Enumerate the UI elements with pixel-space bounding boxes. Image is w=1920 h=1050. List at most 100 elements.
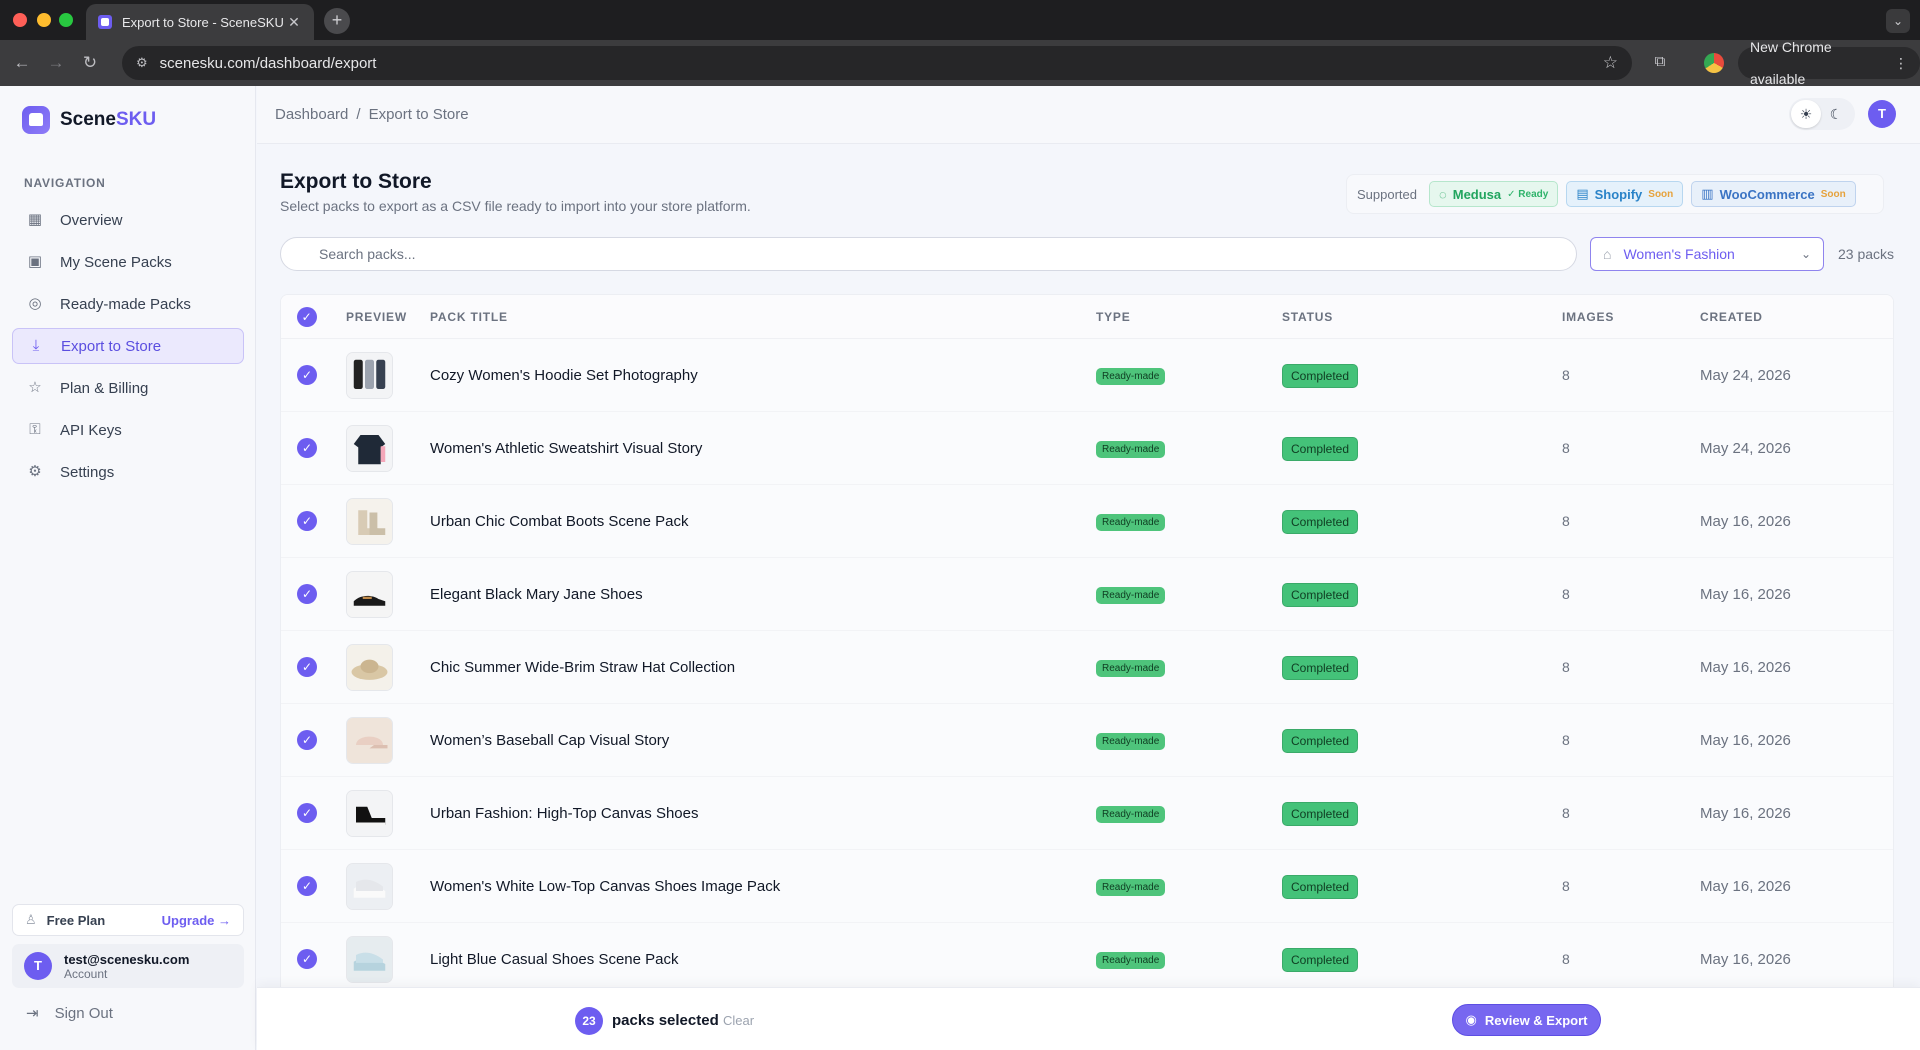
- sidebar-item-overview[interactable]: ▦ Overview: [12, 202, 244, 238]
- sidebar-item-export-to-store[interactable]: ⤓ Export to Store: [12, 328, 244, 364]
- star-icon: ☆: [28, 379, 42, 396]
- table-row[interactable]: ✓ Urban Fashion: High-Top Canvas Shoes Rea…: [281, 777, 1893, 850]
- pack-title[interactable]: Elegant Black Mary Jane Shoes: [430, 586, 643, 603]
- back-arrow-icon[interactable]: ←: [10, 51, 34, 75]
- sun-icon[interactable]: ☀: [1791, 100, 1821, 128]
- pack-title[interactable]: Chic Summer Wide-Brim Straw Hat Collecti…: [430, 659, 735, 676]
- profile-avatar-icon[interactable]: [1704, 53, 1724, 73]
- platform-woocommerce: ▥ WooCommerce Soon: [1691, 181, 1856, 207]
- pack-title[interactable]: Women's White Low-Top Canvas Shoes Image…: [430, 878, 780, 895]
- selected-label: packs selected: [612, 1012, 719, 1029]
- column-header-title[interactable]: PACK TITLE: [430, 310, 508, 324]
- column-header-created[interactable]: CREATED: [1700, 310, 1763, 324]
- type-badge: Ready-made: [1096, 441, 1166, 458]
- category-filter-select[interactable]: ⌂ Women's Fashion ⌄: [1590, 237, 1824, 271]
- pack-title[interactable]: Urban Chic Combat Boots Scene Pack: [430, 513, 688, 530]
- sidebar-item-label: Settings: [60, 463, 115, 481]
- close-window-button[interactable]: [13, 13, 27, 27]
- forward-arrow-icon[interactable]: →: [44, 51, 68, 75]
- table-row[interactable]: ✓ Women's Athletic Sweatshirt Visual Stor…: [281, 412, 1893, 485]
- sidebar-item-api-keys[interactable]: ⚿ API Keys: [12, 412, 244, 448]
- image-count: 8: [1562, 878, 1570, 894]
- row-checkbox[interactable]: ✓: [297, 365, 317, 385]
- image-count: 8: [1562, 440, 1570, 456]
- row-checkbox[interactable]: ✓: [297, 730, 317, 750]
- account-card[interactable]: T test@scenesku.com Account: [12, 944, 244, 988]
- sidebar-nav: ▦ Overview ▣ My Scene Packs ◎ Ready-made…: [12, 202, 244, 496]
- minimize-window-button[interactable]: [37, 13, 51, 27]
- extensions-icon[interactable]: ⧉: [1650, 53, 1670, 73]
- sidebar-item-plan-billing[interactable]: ☆ Plan & Billing: [12, 370, 244, 406]
- row-checkbox[interactable]: ✓: [297, 511, 317, 531]
- address-bar[interactable]: ⚙ scenesku.com/dashboard/export ☆: [122, 46, 1632, 80]
- type-badge: Ready-made: [1096, 879, 1166, 896]
- browser-tab[interactable]: Export to Store - SceneSKU ✕: [86, 4, 314, 40]
- pack-title[interactable]: Light Blue Casual Shoes Scene Pack: [430, 951, 679, 968]
- status-badge: Completed: [1282, 510, 1359, 534]
- sidebar-item-label: API Keys: [60, 421, 122, 439]
- table-row[interactable]: ✓ Women's White Low-Top Canvas Shoes Imag…: [281, 850, 1893, 923]
- sidebar-item-my-scene-packs[interactable]: ▣ My Scene Packs: [12, 244, 244, 280]
- brand-logo[interactable]: SceneSKU: [22, 106, 156, 134]
- row-checkbox[interactable]: ✓: [297, 584, 317, 604]
- created-date: May 16, 2026: [1700, 951, 1791, 968]
- menu-dots-icon[interactable]: ⋮: [1894, 47, 1908, 79]
- grid-icon: ▦: [27, 211, 43, 228]
- column-header-images[interactable]: IMAGES: [1562, 310, 1614, 324]
- tab-list-chevron-icon[interactable]: ⌄: [1886, 9, 1910, 33]
- sidebar-item-settings[interactable]: ⚙ Settings: [12, 454, 244, 490]
- table-row[interactable]: ✓ Elegant Black Mary Jane Shoes Ready-made…: [281, 558, 1893, 631]
- review-export-button[interactable]: ◉ Review & Export: [1452, 1004, 1601, 1036]
- table-row[interactable]: ✓ Cozy Women's Hoodie Set Photography Read…: [281, 339, 1893, 412]
- pack-title[interactable]: Women’s Baseball Cap Visual Story: [430, 732, 669, 749]
- account-label: Account: [64, 966, 108, 981]
- row-checkbox[interactable]: ✓: [297, 657, 317, 677]
- page-title: Export to Store: [280, 170, 432, 193]
- table-row[interactable]: ✓ Chic Summer Wide-Brim Straw Hat Collect…: [281, 631, 1893, 704]
- sidebar: SceneSKU NAVIGATION ▦ Overview ▣ My Scen…: [0, 86, 256, 1050]
- new-chrome-available-button[interactable]: New Chrome available ⋮: [1738, 39, 1920, 87]
- row-checkbox[interactable]: ✓: [297, 803, 317, 823]
- pack-title[interactable]: Women's Athletic Sweatshirt Visual Story: [430, 440, 702, 457]
- new-tab-button[interactable]: +: [324, 8, 350, 34]
- sign-out-icon: ⇥: [26, 1005, 39, 1022]
- row-checkbox[interactable]: ✓: [297, 438, 317, 458]
- search-input[interactable]: Search packs...: [280, 237, 1577, 271]
- row-checkbox[interactable]: ✓: [297, 876, 317, 896]
- sidebar-item-label: Ready-made Packs: [60, 295, 191, 313]
- maximize-window-button[interactable]: [59, 13, 73, 27]
- column-header-status[interactable]: STATUS: [1282, 310, 1333, 324]
- breadcrumb-dashboard[interactable]: Dashboard: [275, 106, 348, 123]
- image-count: 8: [1562, 513, 1570, 529]
- row-checkbox[interactable]: ✓: [297, 949, 317, 969]
- user-avatar[interactable]: T: [1868, 100, 1896, 128]
- pack-title[interactable]: Cozy Women's Hoodie Set Photography: [430, 367, 698, 384]
- select-all-checkbox[interactable]: ✓: [297, 307, 317, 327]
- tab-close-icon[interactable]: ✕: [286, 14, 302, 31]
- selection-footer: 23 packs selected Clear ◉ Review & Expor…: [257, 987, 1920, 1050]
- platform-name: Medusa: [1452, 186, 1502, 202]
- column-header-type[interactable]: TYPE: [1096, 310, 1131, 324]
- browser-toolbar: ← → ↻ ⚙ scenesku.com/dashboard/export ☆ …: [0, 39, 1920, 87]
- type-badge: Ready-made: [1096, 952, 1166, 969]
- bookmark-star-icon[interactable]: ☆: [1603, 53, 1618, 73]
- table-row[interactable]: ✓ Urban Chic Combat Boots Scene Pack Ready…: [281, 485, 1893, 558]
- type-badge: Ready-made: [1096, 587, 1166, 604]
- sidebar-item-ready-made-packs[interactable]: ◎ Ready-made Packs: [12, 286, 244, 322]
- status-badge: Completed: [1282, 948, 1359, 972]
- avatar: T: [24, 952, 52, 980]
- clear-selection-button[interactable]: Clear: [723, 1013, 754, 1028]
- site-info-icon[interactable]: ⚙: [136, 55, 148, 71]
- globe-icon: ◎: [28, 295, 42, 312]
- status-badge: Completed: [1282, 364, 1359, 388]
- upgrade-link[interactable]: Upgrade →: [162, 913, 231, 928]
- pack-thumbnail: [346, 863, 393, 910]
- reload-icon[interactable]: ↻: [78, 51, 102, 75]
- sign-out-button[interactable]: ⇥ Sign Out: [26, 1004, 113, 1023]
- pack-title[interactable]: Urban Fashion: High-Top Canvas Shoes: [430, 805, 698, 822]
- key-icon: ⚿: [29, 421, 41, 438]
- table-row[interactable]: ✓ Women’s Baseball Cap Visual Story Ready-…: [281, 704, 1893, 777]
- created-date: May 24, 2026: [1700, 367, 1791, 384]
- table-row[interactable]: ✓ Light Blue Casual Shoes Scene Pack Ready…: [281, 923, 1893, 996]
- moon-icon[interactable]: ☾: [1821, 100, 1851, 128]
